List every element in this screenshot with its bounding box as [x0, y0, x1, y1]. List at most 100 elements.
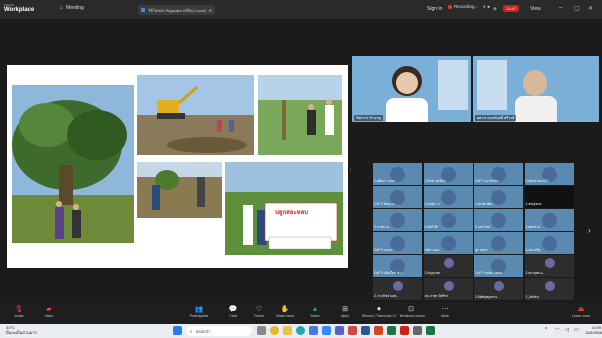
- speaker-name: วิทยากร ชำนาญ: [354, 115, 383, 121]
- recording-indicator[interactable]: Recording... ⏸ ⏹: [448, 4, 490, 9]
- apps-button[interactable]: ⊞ Apps: [334, 305, 356, 318]
- record-button[interactable]: ⏺ Record | Transcript Cloud Recording: [362, 305, 396, 318]
- acrobat-icon[interactable]: [400, 326, 409, 335]
- sign-in-link[interactable]: Sign in: [427, 6, 442, 12]
- security-shield-icon[interactable]: ◆: [493, 6, 497, 12]
- meeting-tab[interactable]: ⌂ Meeting: [60, 5, 84, 11]
- participant-tile[interactable]: CoP 2 มอ.ทักษิณ: [474, 163, 523, 185]
- stop-icon[interactable]: ⏹: [488, 4, 490, 9]
- participant-tile[interactable]: 2-Mattiyaporn s...: [474, 278, 523, 300]
- participant-avatar: [393, 281, 403, 291]
- minimize-icon[interactable]: –: [559, 5, 562, 11]
- participant-tile[interactable]: 2-ธนัญชนก: [524, 186, 574, 208]
- close-icon[interactable]: ✕: [588, 5, 593, 12]
- participant-tile[interactable]: CoP 2 เชียงใหม่ ชำ...: [373, 255, 422, 277]
- search-icon: ⌕: [190, 328, 193, 334]
- participant-avatar: [491, 236, 506, 251]
- volume-icon[interactable]: ◁: [565, 327, 569, 333]
- participant-tile[interactable]: ชนิตา ทอง: [423, 232, 473, 254]
- maximize-icon[interactable]: ▢: [574, 5, 580, 12]
- wifi-icon[interactable]: ◠: [555, 327, 559, 333]
- participant-name: 2-สุพจน์ ณ: [525, 225, 541, 229]
- video-button[interactable]: ▰ Video: [38, 305, 60, 318]
- share-button[interactable]: ▲ Share: [304, 305, 326, 318]
- settings-icon[interactable]: [413, 326, 422, 335]
- participant-tile[interactable]: CoP 2 พัทลุง อ...: [373, 186, 422, 208]
- weather-widget[interactable]: 33°C มีเมฆเป็นส่วนมาก: [6, 325, 37, 335]
- participant-tile[interactable]: 2-ศุภชัย พัฒ...: [474, 186, 523, 208]
- participant-avatar: [440, 236, 456, 251]
- participant-tile[interactable]: 2-พัชรี สีส: [423, 209, 473, 231]
- chrome-icon[interactable]: [270, 326, 279, 335]
- meeting-toolbar: 🎙 Audio ▰ Video 👥 Participants 💬 Chat ♡ …: [0, 302, 602, 324]
- powerpoint-icon[interactable]: [374, 326, 383, 335]
- participant-name: ชนิตา ทอง: [424, 248, 440, 252]
- participant-tile[interactable]: 2-ศศินภา รมจา: [373, 163, 422, 185]
- participant-tile[interactable]: ลูก อนุชา: [474, 232, 523, 254]
- leave-room-button[interactable]: ⏏ Leave room: [570, 305, 592, 318]
- participant-tile[interactable]: 2-มานัส จง: [373, 209, 422, 231]
- react-button[interactable]: ♡ React: [248, 305, 270, 318]
- raise-hand-button[interactable]: ✋ Raise hand: [274, 305, 296, 318]
- participant-tile[interactable]: 2-ศิรพร ศุภมิตร: [423, 163, 473, 185]
- start-icon[interactable]: [173, 326, 182, 335]
- gallery-next-icon[interactable]: ›: [588, 226, 591, 235]
- edge-icon[interactable]: [296, 326, 305, 335]
- meeting-timer: 12:47: [503, 5, 520, 12]
- taskbar-search[interactable]: ⌕ Search: [186, 326, 252, 336]
- participants-icon: 👥: [194, 306, 204, 313]
- participant-name: 2-Mattiyaporn s...: [475, 295, 500, 299]
- gallery-scroll-icon[interactable]: ⋮: [348, 168, 353, 174]
- camera-off-icon: ▰: [46, 306, 52, 313]
- teams-icon[interactable]: [335, 326, 344, 335]
- participant-tile[interactable]: 2-วรวณิชย์ มลพ...: [373, 278, 422, 300]
- participant-tile[interactable]: CoP 2 ระยอง: [373, 232, 422, 254]
- participant-avatar: [390, 213, 405, 228]
- participant-tile[interactable]: 2-กุลสุภา ก: [423, 186, 473, 208]
- audio-button[interactable]: 🎙 Audio: [8, 305, 30, 318]
- close-share-icon[interactable]: ⊖: [209, 8, 212, 13]
- mic-muted-icon: 🎙: [14, 306, 24, 313]
- participant-tile[interactable]: CoP 2 ชุมพร Jawor: [474, 255, 523, 277]
- store-icon[interactable]: [309, 326, 318, 335]
- word-icon[interactable]: [361, 326, 370, 335]
- participant-tile[interactable]: 2-สุพจน์ สองแก้ว: [524, 163, 574, 185]
- record-icon: ⏺: [377, 306, 381, 313]
- system-clock[interactable]: 14:09 13/8/2568: [585, 326, 602, 335]
- shared-window-title[interactable]: วิดีโอของ Rigacara เตรียม Location ⊖: [138, 5, 215, 15]
- excel-icon[interactable]: [387, 326, 396, 335]
- tray-chevron-icon[interactable]: ^: [545, 327, 547, 333]
- participant-tile[interactable]: 2-กัญญาพร: [423, 255, 473, 277]
- breakout-rooms-button[interactable]: ⊡ Breakout rooms: [400, 305, 425, 318]
- participant-tile[interactable]: ประภาพร มีศรีทร: [423, 278, 473, 300]
- speaker-video-2[interactable]: ผศ.ดร.ณรงค์ฤทธิ์ ศรีวงษ์: [473, 56, 599, 122]
- pause-icon[interactable]: ⏸: [483, 4, 485, 9]
- more-button[interactable]: ⋯ More: [434, 305, 456, 318]
- file-explorer-icon[interactable]: [283, 326, 292, 335]
- participant-tile[interactable]: 2-ศรายุทธ อ...: [524, 255, 574, 277]
- battery-icon[interactable]: ▭: [574, 327, 579, 333]
- participant-name: 2-ศรายุทธ อ...: [525, 271, 546, 275]
- participants-button[interactable]: 👥 Participants: [188, 305, 210, 318]
- excel-2-icon[interactable]: [426, 326, 435, 335]
- zoom-icon[interactable]: [322, 326, 331, 335]
- participant-tile[interactable]: 2-ประเสริฐ: [524, 232, 574, 254]
- participant-avatar: [440, 213, 456, 228]
- photo-palm-trees: [12, 85, 134, 243]
- participant-name: CoP 2 ชุมพร Jawor: [475, 271, 503, 275]
- view-button[interactable]: View: [530, 6, 541, 12]
- speaker-video-1[interactable]: วิทยากร ชำนาญ: [352, 56, 471, 122]
- participant-avatar: [440, 190, 456, 205]
- participant-tile[interactable]: 2-จุฑารัตน์: [474, 209, 523, 231]
- participant-name: 2-มานัส จง: [374, 225, 390, 229]
- windows-taskbar: 33°C มีเมฆเป็นส่วนมาก ⌕ Search ^ ◠ ◁ ▭ 1…: [0, 324, 602, 338]
- participant-tile[interactable]: 2_Arthit.s: [524, 278, 574, 300]
- participant-name: 2-จุฑารัตน์: [475, 225, 491, 229]
- chat-button[interactable]: 💬 Chat: [222, 305, 244, 318]
- participant-gallery: 2-ศศินภา รมจา 2-ศิรพร ศุภมิตร CoP 2 มอ.ทัก…: [373, 163, 574, 303]
- participant-tile[interactable]: 2-สุพจน์ ณ: [524, 209, 574, 231]
- share-icon: ▲: [311, 306, 319, 313]
- participant-name: CoP 2 พัทลุง อ...: [374, 202, 397, 206]
- task-view-icon[interactable]: [257, 326, 266, 335]
- photos-icon[interactable]: [348, 326, 357, 335]
